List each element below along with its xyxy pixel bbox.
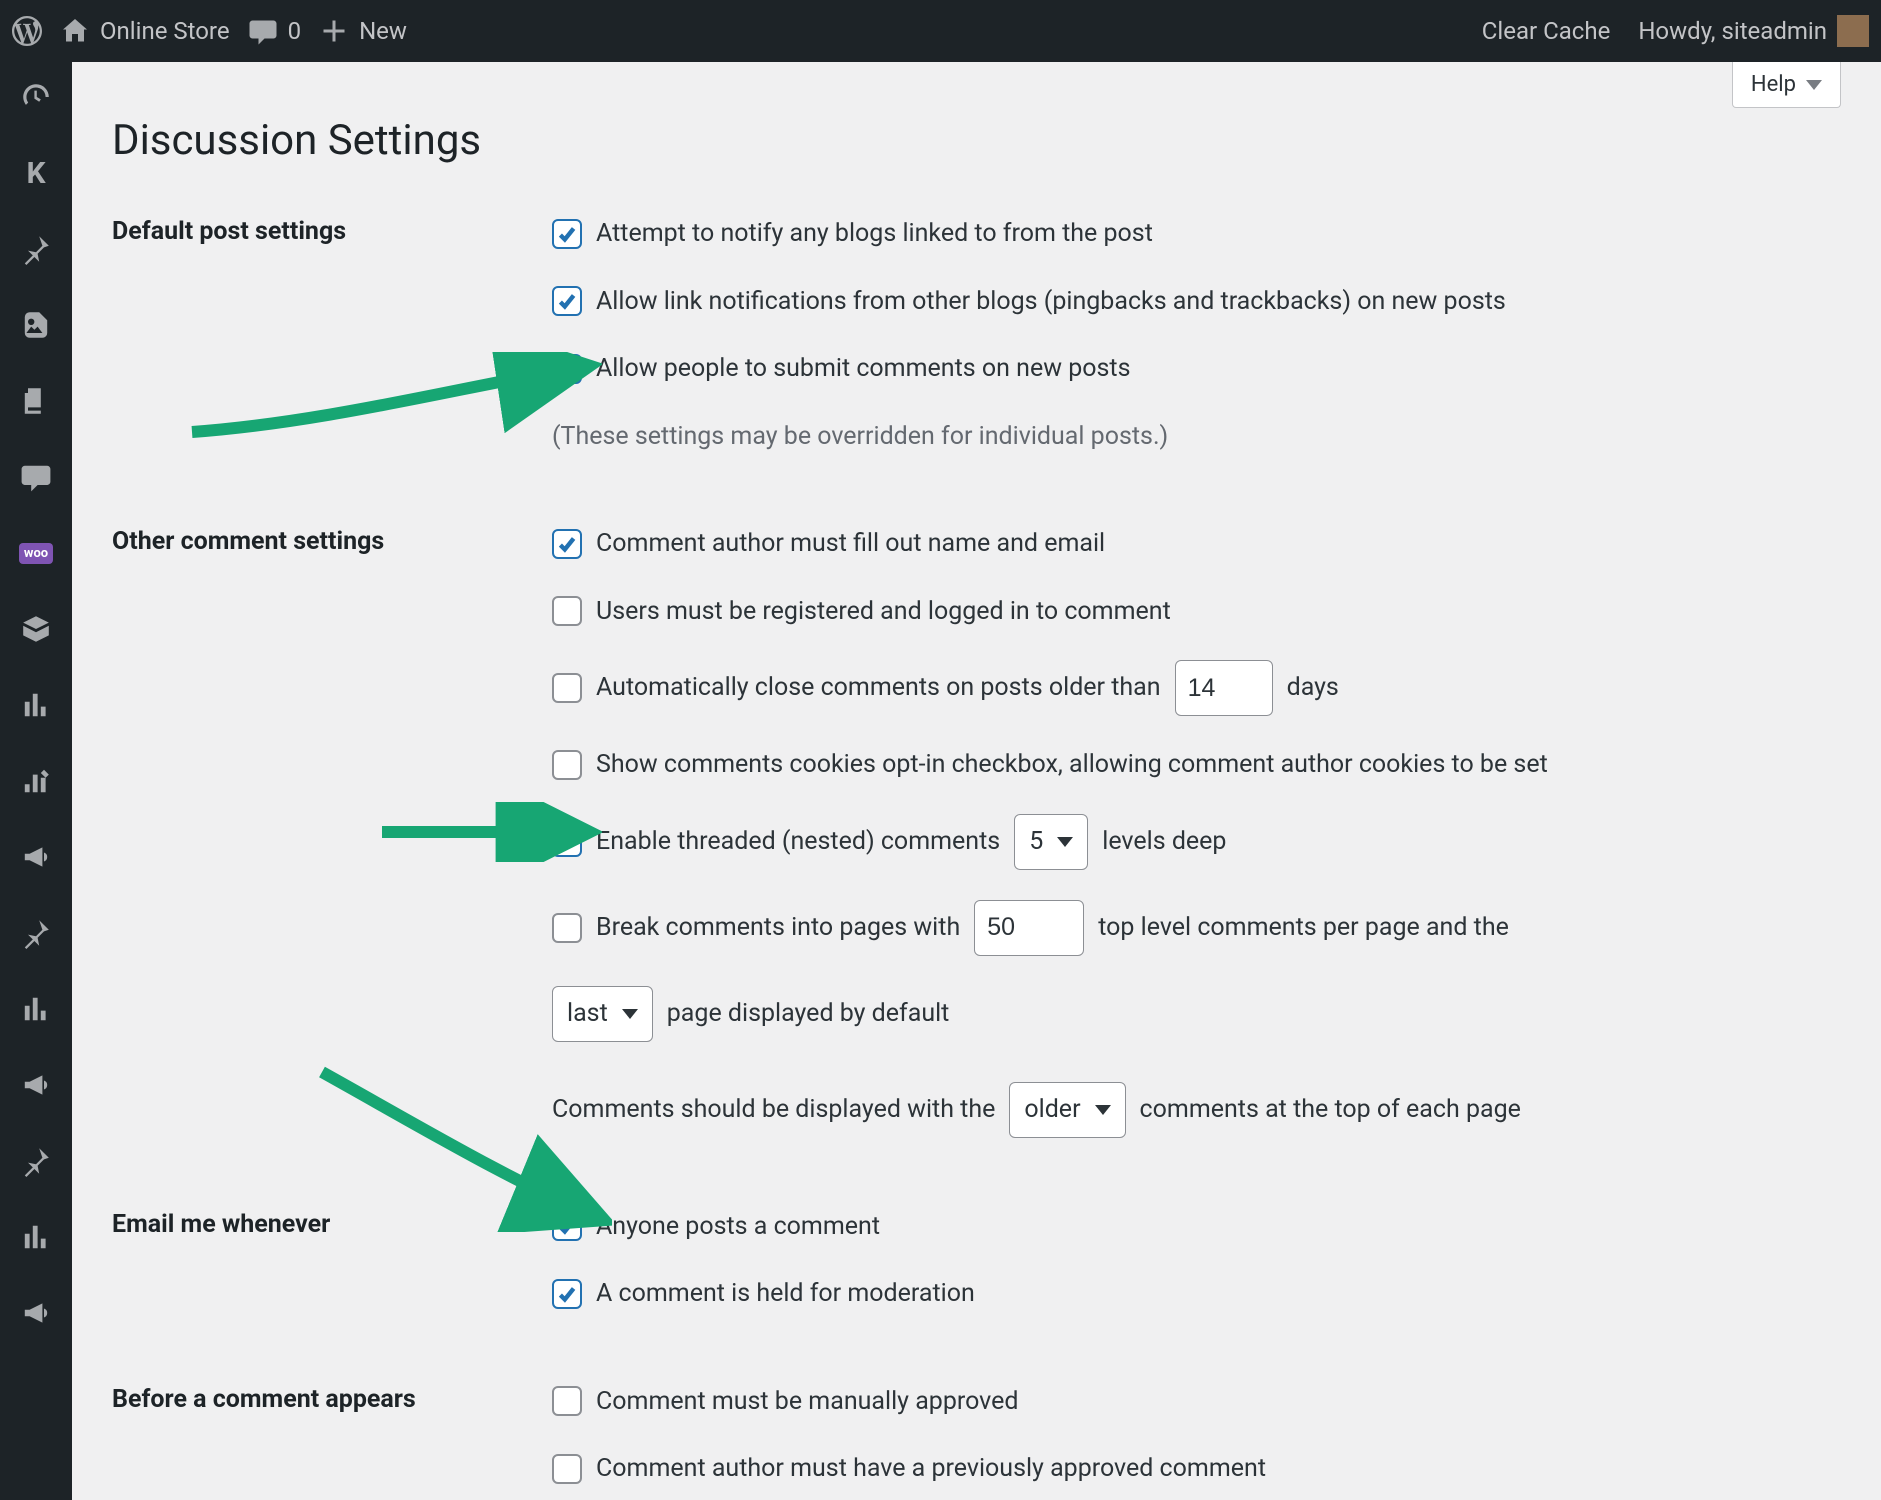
- analytics2-icon[interactable]: [19, 992, 53, 1026]
- checkbox-manual-approve[interactable]: [552, 1386, 582, 1416]
- chevron-down-icon: [1095, 1105, 1111, 1115]
- checkbox-paginate[interactable]: [552, 913, 582, 943]
- home-icon: [60, 16, 90, 46]
- default-post-note: (These settings may be overridden for in…: [552, 418, 1841, 456]
- input-close-days[interactable]: [1175, 660, 1273, 716]
- section-email-heading: Email me whenever: [112, 1208, 552, 1239]
- pin2-icon[interactable]: [19, 916, 53, 950]
- checkbox-cookies-optin[interactable]: [552, 750, 582, 780]
- admin-sidebar: K woo: [0, 62, 72, 1500]
- woocommerce-icon[interactable]: woo: [19, 536, 53, 570]
- label-paginate-mid: top level comments per page and the: [1098, 909, 1509, 947]
- select-thread-depth[interactable]: 5: [1014, 814, 1088, 870]
- label-order-pre: Comments should be displayed with the: [552, 1091, 995, 1129]
- analytics3-icon[interactable]: [19, 1220, 53, 1254]
- label-allow-comments: Allow people to submit comments on new p…: [596, 350, 1130, 388]
- pin-icon[interactable]: [19, 232, 53, 266]
- marketing2-icon[interactable]: [19, 1068, 53, 1102]
- comments-link[interactable]: 0: [248, 16, 302, 46]
- clear-cache-link[interactable]: Clear Cache: [1482, 17, 1611, 45]
- analytics-icon[interactable]: [19, 688, 53, 722]
- checkbox-notify-blogs[interactable]: [552, 219, 582, 249]
- kadence-icon[interactable]: K: [19, 156, 53, 190]
- section-other-heading: Other comment settings: [112, 525, 552, 556]
- section-default-post-heading: Default post settings: [112, 215, 552, 246]
- marketing3-icon[interactable]: [19, 1296, 53, 1330]
- comment-icon: [248, 16, 278, 46]
- marketing-icon[interactable]: [19, 840, 53, 874]
- wp-logo[interactable]: [12, 16, 42, 46]
- comments-icon[interactable]: [19, 460, 53, 494]
- label-allow-pingbacks: Allow link notifications from other blog…: [596, 283, 1506, 321]
- label-order-post: comments at the top of each page: [1140, 1091, 1521, 1129]
- main-content: Help Discussion Settings Default post se…: [72, 62, 1881, 1500]
- select-comment-order-value: older: [1024, 1091, 1080, 1129]
- checkbox-email-held-moderation[interactable]: [552, 1279, 582, 1309]
- admin-bar: Online Store 0 New Clear Cache Howdy, si…: [0, 0, 1881, 62]
- checkbox-allow-comments[interactable]: [552, 354, 582, 384]
- site-link[interactable]: Online Store: [60, 16, 230, 46]
- help-tab[interactable]: Help: [1732, 62, 1841, 108]
- site-name: Online Store: [100, 17, 230, 45]
- howdy-text: Howdy, siteadmin: [1638, 17, 1827, 45]
- plus-icon: [319, 16, 349, 46]
- label-email-anyone-posts: Anyone posts a comment: [596, 1208, 880, 1246]
- label-threaded-post: levels deep: [1102, 823, 1226, 861]
- pin3-icon[interactable]: [19, 1144, 53, 1178]
- label-require-registration: Users must be registered and logged in t…: [596, 593, 1171, 631]
- label-paginate-pre: Break comments into pages with: [596, 909, 960, 947]
- media-icon[interactable]: [19, 308, 53, 342]
- checkbox-allow-pingbacks[interactable]: [552, 286, 582, 316]
- checkbox-email-anyone-posts[interactable]: [552, 1211, 582, 1241]
- label-notify-blogs: Attempt to notify any blogs linked to fr…: [596, 215, 1153, 253]
- checkbox-auto-close[interactable]: [552, 673, 582, 703]
- account-link[interactable]: Howdy, siteadmin: [1638, 15, 1869, 47]
- stats-icon[interactable]: [19, 764, 53, 798]
- dashboard-icon[interactable]: [19, 80, 53, 114]
- select-default-page[interactable]: last: [552, 986, 653, 1042]
- checkbox-require-name-email[interactable]: [552, 529, 582, 559]
- label-previously-approved: Comment author must have a previously ap…: [596, 1450, 1266, 1488]
- label-email-held-moderation: A comment is held for moderation: [596, 1275, 975, 1313]
- avatar: [1837, 15, 1869, 47]
- label-paginate-post: page displayed by default: [667, 995, 950, 1033]
- wordpress-icon: [12, 16, 42, 46]
- page-title: Discussion Settings: [112, 116, 1841, 165]
- input-comments-per-page[interactable]: [974, 900, 1084, 956]
- checkbox-previously-approved[interactable]: [552, 1454, 582, 1484]
- chevron-down-icon: [622, 1009, 638, 1019]
- help-label: Help: [1751, 72, 1796, 97]
- comment-count: 0: [288, 17, 302, 45]
- label-cookies-optin: Show comments cookies opt-in checkbox, a…: [596, 746, 1548, 784]
- label-threaded-pre: Enable threaded (nested) comments: [596, 823, 1000, 861]
- select-default-page-value: last: [567, 995, 608, 1033]
- new-link[interactable]: New: [319, 16, 407, 46]
- pages-icon[interactable]: [19, 384, 53, 418]
- select-thread-depth-value: 5: [1029, 823, 1043, 861]
- select-comment-order[interactable]: older: [1009, 1082, 1125, 1138]
- label-auto-close-post: days: [1287, 669, 1339, 707]
- label-manual-approve: Comment must be manually approved: [596, 1383, 1019, 1421]
- checkbox-threaded[interactable]: [552, 827, 582, 857]
- chevron-down-icon: [1057, 837, 1073, 847]
- products-icon[interactable]: [19, 612, 53, 646]
- new-label: New: [359, 17, 407, 45]
- chevron-down-icon: [1806, 80, 1822, 90]
- label-require-name-email: Comment author must fill out name and em…: [596, 525, 1105, 563]
- label-auto-close-pre: Automatically close comments on posts ol…: [596, 669, 1161, 707]
- section-before-heading: Before a comment appears: [112, 1383, 552, 1414]
- checkbox-require-registration[interactable]: [552, 596, 582, 626]
